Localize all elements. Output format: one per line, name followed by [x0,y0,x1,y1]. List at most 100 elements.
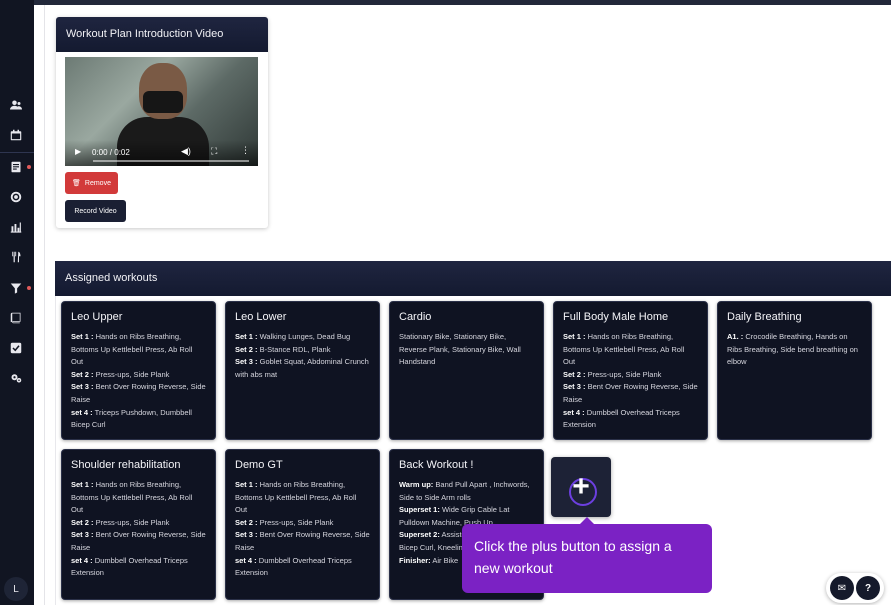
workout-set-line: Set 1 : Hands on Ribs Breathing, Bottoms… [563,331,698,369]
fullscreen-icon[interactable]: ⛶ [211,146,217,157]
set-exercises: Air Bike [432,555,459,565]
assign-workout-tooltip: Click the plus button to assign a new wo… [462,517,712,593]
remove-video-button[interactable]: 🗑 Remove [65,172,118,194]
workout-set-line: Set 2 : Press-ups, Side Plank [235,517,370,530]
workout-set-line: Set 3 : Bent Over Rowing Reverse, Side R… [563,381,698,406]
users-icon[interactable] [8,97,24,113]
workout-set-line: A1. : Crocodile Breathing, Hands on Ribs… [727,331,862,369]
workout-set-line: Set 3 : Bent Over Rowing Reverse, Side R… [71,381,206,406]
video-controls: ▶ 0:00 / 0:02 ◀) ⛶ ⋮ [65,140,258,166]
assigned-workouts-title: Assigned workouts [55,261,891,296]
tooltip-text: Click the plus button to assign a new wo… [474,538,672,576]
set-label: Set 2 : [71,517,94,527]
set-label: set 4 : [563,407,585,417]
workout-exercises: Set 1 : Walking Lunges, Dead Bug Set 2 : … [226,331,379,381]
calendar-icon[interactable] [8,127,24,143]
book-icon[interactable] [8,310,24,326]
workout-set-line: Set 2 : Press-ups, Side Plank [563,369,698,382]
content-divider [44,5,45,605]
workout-title: Daily Breathing [727,311,802,323]
workout-set-line: set 4 : Dumbbell Overhead Triceps Extens… [71,555,206,580]
workout-card[interactable]: Demo GT Set 1 : Hands on Ribs Breathing, … [225,449,380,600]
video-person-mask [143,91,183,113]
bar-chart-icon[interactable] [8,219,24,235]
set-label: set 4 : [235,555,257,565]
set-label: Set 3 : [71,382,94,392]
set-label: Superset 1: [399,505,440,515]
set-exercises: Walking Lunges, Dead Bug [259,332,351,341]
workout-set-line: set 4 : Dumbbell Overhead Triceps Extens… [235,555,370,580]
envelope-icon[interactable]: ✉ [830,576,854,600]
workout-exercises: Stationary Bike, Stationary Bike, Revers… [390,331,543,369]
workout-card[interactable]: Daily Breathing A1. : Crocodile Breathing… [717,301,872,440]
workout-set-line: Set 1 : Walking Lunges, Dead Bug [235,331,370,344]
set-label: Finisher: [399,555,431,565]
set-label: Set 2 : [563,369,586,379]
target-icon[interactable] [8,189,24,205]
help-button[interactable]: ? [856,576,880,600]
workout-card[interactable]: Cardio Stationary Bike, Stationary Bike, … [389,301,544,440]
workout-exercises: Set 1 : Hands on Ribs Breathing, Bottoms… [554,331,707,432]
plus-icon: + [572,470,590,503]
video-card-title: Workout Plan Introduction Video [56,17,268,52]
workout-title: Leo Upper [71,311,123,323]
avatar[interactable]: L [4,577,28,601]
play-icon[interactable]: ▶ [75,147,81,156]
set-label: Set 1 : [563,332,586,341]
set-label: Set 2 : [71,369,94,379]
workout-card[interactable]: Leo Upper Set 1 : Hands on Ribs Breathing… [61,301,216,440]
set-label: Set 1 : [71,480,94,489]
workout-card[interactable]: Leo Lower Set 1 : Walking Lunges, Dead Bu… [225,301,380,440]
workout-card[interactable]: Shoulder rehabilitation Set 1 : Hands on … [61,449,216,600]
workout-set-line: Stationary Bike, Stationary Bike, Revers… [399,331,534,369]
clipboard-icon[interactable] [8,159,24,175]
workout-set-line: Set 3 : Goblet Squat, Abdominal Crunch w… [235,356,370,381]
set-label: Superset 2: [399,530,440,540]
set-label: Set 2 : [235,344,258,354]
set-exercises: Crocodile Breathing, Hands on Ribs Breat… [727,332,858,367]
workout-title: Full Body Male Home [563,311,669,323]
more-options-icon[interactable]: ⋮ [241,145,250,156]
workout-exercises: Set 1 : Hands on Ribs Breathing, Bottoms… [226,479,379,580]
intro-video-card: Workout Plan Introduction Video ▶ 0:00 /… [56,17,268,228]
main-content: Workout Plan Introduction Video ▶ 0:00 /… [34,5,891,605]
set-label: Set 3 : [71,530,94,540]
volume-icon[interactable]: ◀) [181,146,191,157]
settings-icon[interactable] [8,370,24,386]
utensils-icon[interactable] [8,249,24,265]
workout-exercises: Set 1 : Hands on Ribs Breathing, Bottoms… [62,331,215,432]
workout-set-line: set 4 : Triceps Pushdown, Dumbbell Bicep… [71,407,206,432]
set-exercises: Press-ups, Side Plank [587,369,662,379]
video-progress-bar[interactable] [93,160,249,162]
workout-exercises: A1. : Crocodile Breathing, Hands on Ribs… [718,331,871,369]
workout-set-line: Set 1 : Hands on Ribs Breathing, Bottoms… [71,479,206,517]
video-time: 0:00 / 0:02 [92,148,130,157]
remove-label: Remove [84,179,111,187]
workout-title: Back Workout ! [399,459,474,471]
set-label: Set 2 : [235,517,258,527]
workout-set-line: Warm up: Band Pull Apart , Inchwords, Si… [399,479,534,504]
set-label: A1. : [727,332,744,341]
set-label: Set 3 : [235,357,258,367]
sidebar: L [0,0,34,605]
notification-dot [27,165,31,169]
record-video-button[interactable]: Record Video [65,200,126,222]
workout-set-line: Set 2 : Press-ups, Side Plank [71,369,206,382]
video-player[interactable]: ▶ 0:00 / 0:02 ◀) ⛶ ⋮ [65,57,258,166]
set-label: set 4 : [71,555,93,565]
workout-title: Shoulder rehabilitation [71,459,181,471]
add-workout-button[interactable]: + [551,457,611,517]
floating-actions: ✉ ? [826,573,884,603]
checklist-icon[interactable] [8,340,24,356]
workout-card[interactable]: Full Body Male Home Set 1 : Hands on Ribs… [553,301,708,440]
set-exercises: Press-ups, Side Plank [95,369,170,379]
workout-set-line: set 4 : Dumbbell Overhead Triceps Extens… [563,407,698,432]
notification-dot [27,286,31,290]
workout-title: Leo Lower [235,311,287,323]
funnel-icon[interactable] [8,280,24,296]
set-label: Set 1 : [235,480,258,489]
set-label: set 4 : [71,407,93,417]
trash-icon: 🗑 [72,180,81,187]
workout-set-line: Set 1 : Hands on Ribs Breathing, Bottoms… [235,479,370,517]
set-exercises: B-Stance RDL, Plank [259,344,331,354]
